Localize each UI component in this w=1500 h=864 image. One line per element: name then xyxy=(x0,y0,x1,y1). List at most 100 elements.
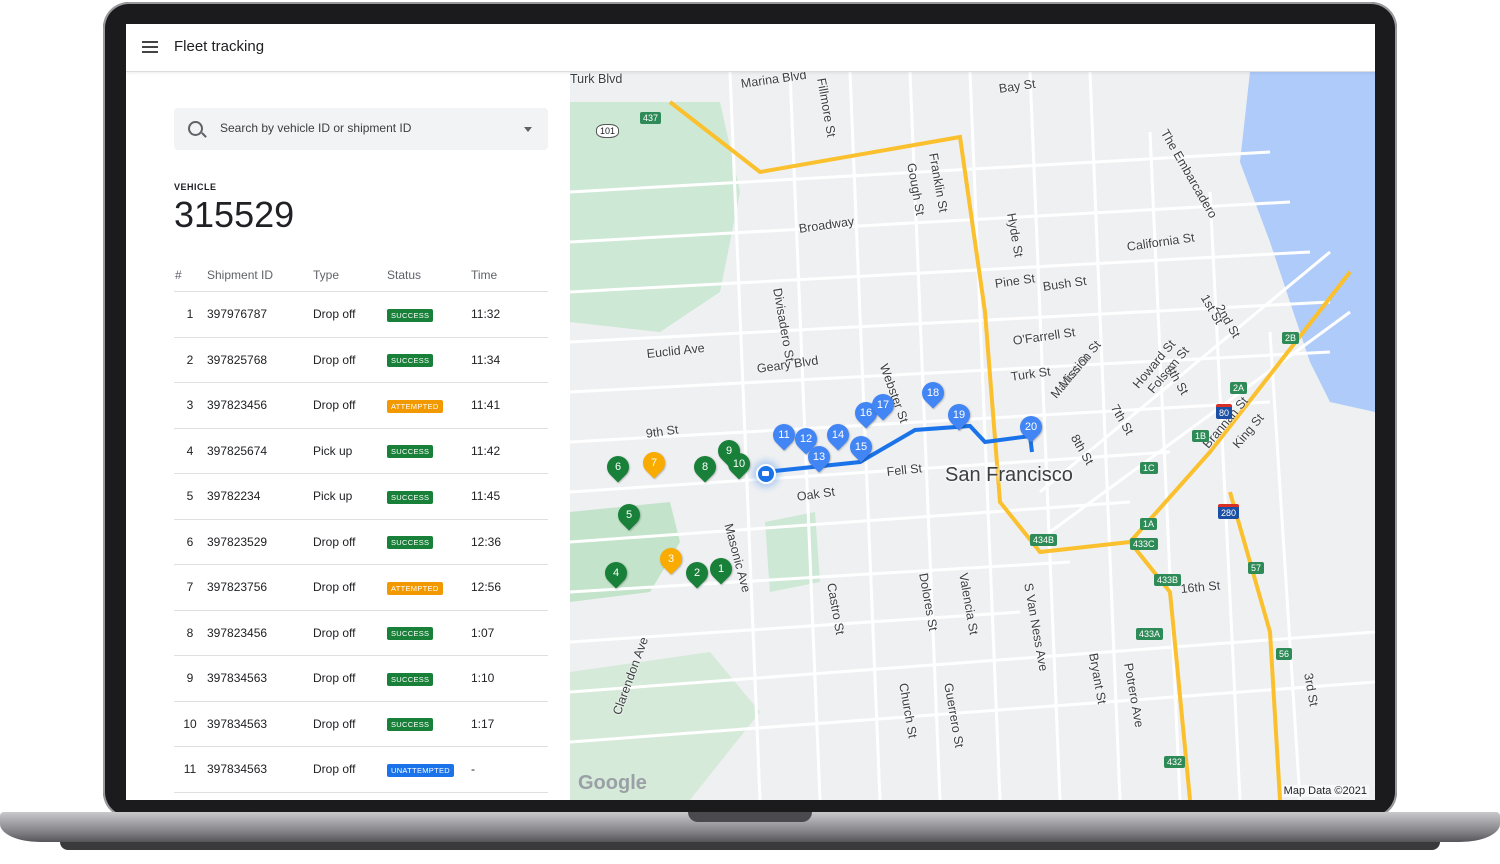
row-status: SUCCESS xyxy=(386,519,470,565)
table-row[interactable]: 10 397834563 Drop off SUCCESS 1:17 xyxy=(174,701,548,747)
menu-icon[interactable] xyxy=(142,41,158,53)
table-row[interactable]: 11 397834563 Drop off UNATTEMPTED - xyxy=(174,746,548,793)
table-row[interactable]: 7 397823756 Drop off ATTEMPTED 12:56 xyxy=(174,564,548,611)
map-marker-label: 13 xyxy=(812,451,826,463)
app-title: Fleet tracking xyxy=(174,38,265,55)
highway-shield: 433A xyxy=(1136,628,1164,640)
col-header-num: # xyxy=(174,259,206,292)
row-type: Drop off xyxy=(312,655,386,702)
row-time: 11:41 xyxy=(470,382,548,429)
highway-shield: 56 xyxy=(1276,648,1293,660)
map-marker-label: 1 xyxy=(717,563,725,575)
table-row[interactable]: 3 397823456 Drop off ATTEMPTED 11:41 xyxy=(174,382,548,429)
highway-shield: 1C xyxy=(1140,462,1158,474)
map-marker-6[interactable]: 6 xyxy=(602,451,634,483)
row-shipment-id: 397825768 xyxy=(206,337,312,383)
bay-water xyxy=(1240,72,1375,412)
row-shipment-id: 397834563 xyxy=(206,655,312,702)
dropdown-caret-icon[interactable] xyxy=(524,127,532,132)
app-bar: Fleet tracking xyxy=(126,24,1375,72)
col-header-status: Status xyxy=(386,259,470,292)
map-marker-18[interactable]: 18 xyxy=(917,377,949,409)
map-marker-20[interactable]: 20 xyxy=(1015,411,1047,443)
table-row[interactable]: 4 397825674 Pick up SUCCESS 11:42 xyxy=(174,428,548,474)
google-logo: Google xyxy=(578,772,647,794)
vehicle-location-icon[interactable] xyxy=(756,464,776,484)
map-marker-13[interactable]: 13 xyxy=(803,441,835,473)
map-marker-label: 20 xyxy=(1024,421,1038,433)
map-marker-15[interactable]: 15 xyxy=(845,431,877,463)
highway-shield: 101 xyxy=(596,124,620,138)
table-row[interactable]: 9 397834563 Drop off SUCCESS 1:10 xyxy=(174,655,548,702)
screen: Fleet tracking VEHICLE 315529 # Shipment… xyxy=(126,24,1375,800)
map-marker-label: 7 xyxy=(650,457,658,469)
row-status: SUCCESS xyxy=(386,428,470,474)
map-marker-3[interactable]: 3 xyxy=(655,543,687,575)
row-type: Drop off xyxy=(312,519,386,565)
col-header-time: Time xyxy=(470,259,548,292)
status-badge: SUCCESS xyxy=(387,627,434,641)
map-marker-2[interactable]: 2 xyxy=(681,557,713,589)
table-row[interactable]: 8 397823456 Drop off SUCCESS 1:07 xyxy=(174,610,548,656)
row-type: Drop off xyxy=(312,610,386,656)
status-badge: SUCCESS xyxy=(387,536,434,550)
map[interactable]: Marina Blvd Bay St Fillmore St Franklin St G… xyxy=(570,72,1375,800)
map-marker-19[interactable]: 19 xyxy=(943,399,975,431)
search-box[interactable] xyxy=(174,108,548,150)
map-marker-label: 3 xyxy=(667,553,675,565)
row-type: Drop off xyxy=(312,382,386,429)
row-time: - xyxy=(470,792,548,800)
map-marker-1[interactable]: 1 xyxy=(705,553,737,585)
highway-shield: 1A xyxy=(1140,518,1158,530)
highway-shield: 433C xyxy=(1130,538,1158,550)
row-shipment-id: 397823529 xyxy=(206,519,312,565)
row-shipment-id: 397823456 xyxy=(206,610,312,656)
map-marker-label: 6 xyxy=(614,461,622,473)
search-input[interactable] xyxy=(218,120,512,136)
row-status: ATTEMPTED xyxy=(386,564,470,611)
left-panel: VEHICLE 315529 # Shipment ID Type Status… xyxy=(126,72,570,800)
map-marker-7[interactable]: 7 xyxy=(638,447,670,479)
table-row[interactable]: 6 397823529 Drop off SUCCESS 12:36 xyxy=(174,519,548,565)
map-marker-8[interactable]: 8 xyxy=(689,451,721,483)
row-time: 11:45 xyxy=(470,473,548,520)
status-badge: SUCCESS xyxy=(387,445,434,459)
row-time: 12:56 xyxy=(470,564,548,611)
row-shipment-id: 397825674 xyxy=(206,428,312,474)
row-num: 8 xyxy=(174,610,206,656)
table-row[interactable]: 2 397825768 Drop off SUCCESS 11:34 xyxy=(174,337,548,383)
row-status: UNATTEMPTED xyxy=(386,792,470,800)
map-marker-4[interactable]: 4 xyxy=(600,557,632,589)
row-status: SUCCESS xyxy=(386,701,470,747)
row-num: 6 xyxy=(174,519,206,565)
row-status: SUCCESS xyxy=(386,655,470,702)
row-type: Drop off xyxy=(312,564,386,611)
row-shipment-id: 397976787 xyxy=(206,291,312,338)
highway-shield: 437 xyxy=(640,112,662,124)
row-num: 10 xyxy=(174,701,206,747)
highway-shield: 433B xyxy=(1154,574,1182,586)
map-marker-17[interactable]: 17 xyxy=(867,389,899,421)
status-badge: SUCCESS xyxy=(387,308,434,322)
row-num: 11 xyxy=(174,746,206,793)
row-num: 12 xyxy=(174,792,206,800)
map-marker-10[interactable]: 10 xyxy=(723,448,755,480)
row-status: ATTEMPTED xyxy=(386,382,470,429)
row-type: Pick up xyxy=(312,428,386,474)
map-marker-label: 15 xyxy=(854,441,868,453)
row-num: 2 xyxy=(174,337,206,383)
row-shipment-id: 397834563 xyxy=(206,746,312,793)
table-row[interactable]: 1 397976787 Drop off SUCCESS 11:32 xyxy=(174,291,548,338)
shipment-table: # Shipment ID Type Status Time 1 39797678… xyxy=(174,259,548,800)
row-shipment-id: 397834563 xyxy=(206,792,312,800)
row-time: - xyxy=(470,746,548,793)
map-marker-5[interactable]: 5 xyxy=(613,499,645,531)
map-attribution: Map Data ©2021 xyxy=(1281,785,1369,797)
row-time: 11:32 xyxy=(470,291,548,338)
highway-shield: 432 xyxy=(1164,756,1186,768)
highway-shield: 1B xyxy=(1192,430,1210,442)
highway-shield: 57 xyxy=(1248,562,1265,574)
status-badge: SUCCESS xyxy=(387,718,434,732)
table-row[interactable]: 12397834563Pick upUNATTEMPTED- xyxy=(174,792,548,800)
table-row[interactable]: 5 39782234 Pick up SUCCESS 11:45 xyxy=(174,473,548,520)
